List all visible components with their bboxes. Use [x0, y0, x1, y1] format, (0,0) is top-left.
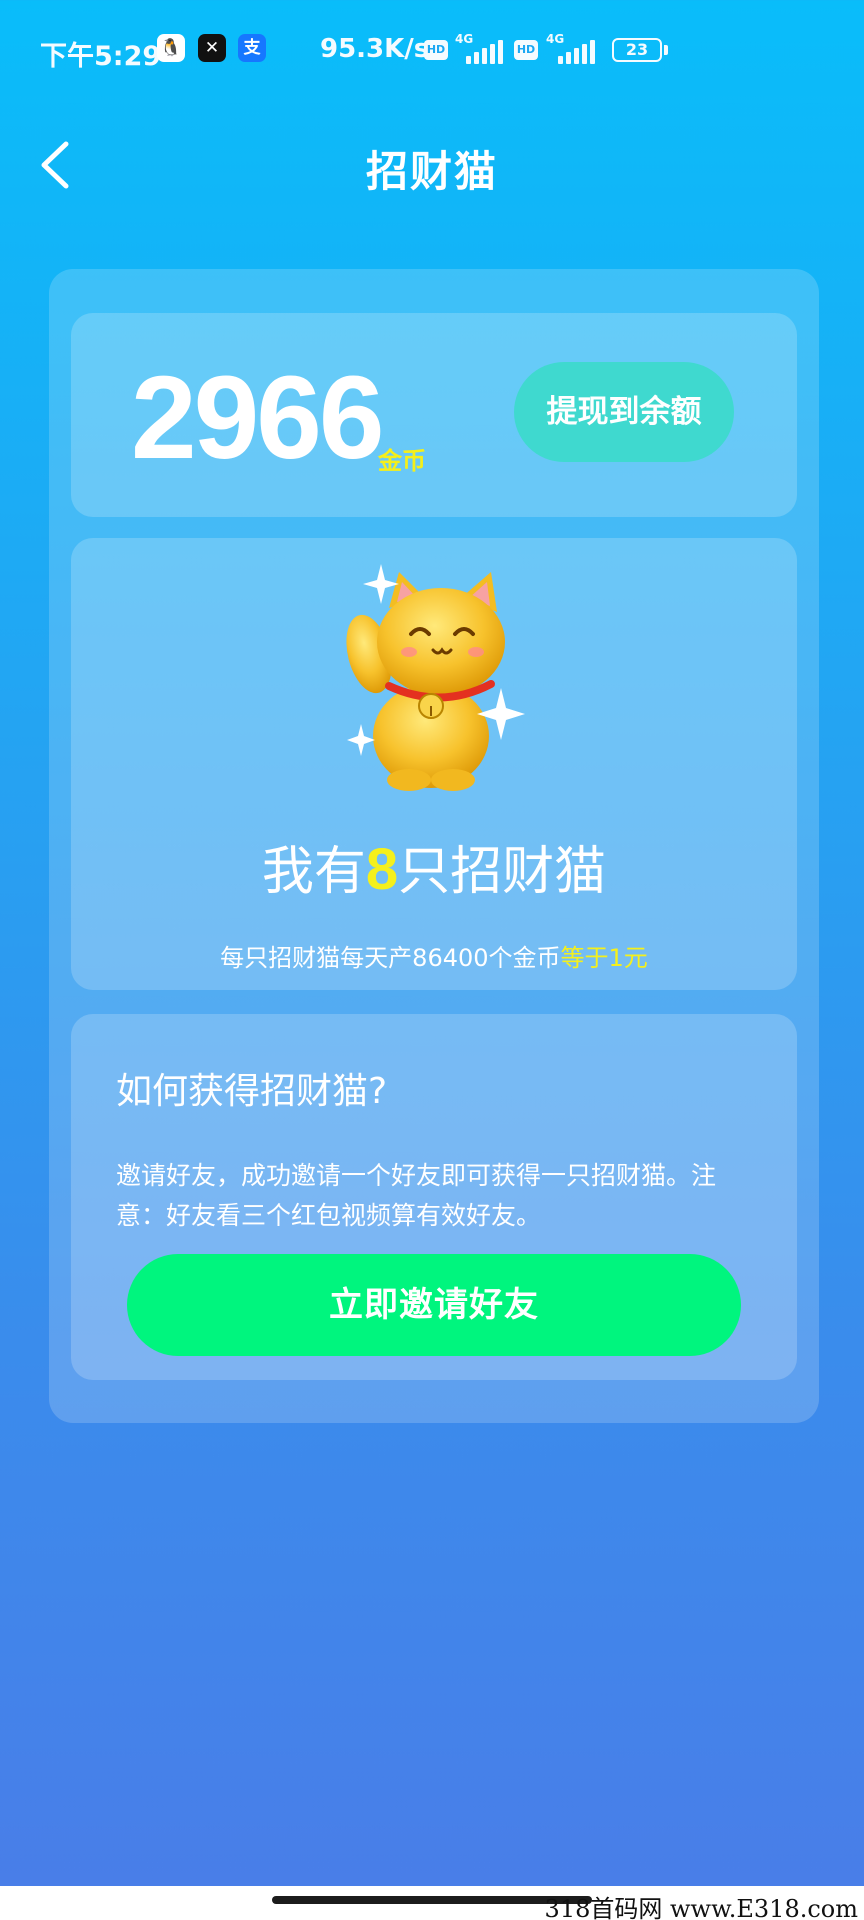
coin-balance: 2966	[131, 352, 385, 484]
main-panel: 2966 金币 提现到余额 我有8只招财猫 每只招财猫每天产86400个金币等于…	[49, 269, 819, 1423]
cat-rate-text: 每只招财猫每天产86400个金币	[220, 944, 561, 972]
network-speed: 95.3K/s	[320, 34, 430, 64]
watermark: 318首码网 www.E318.com	[544, 1895, 858, 1920]
cat-count-prefix: 我有	[261, 842, 366, 902]
lucky-cat-card: 我有8只招财猫 每只招财猫每天产86400个金币等于1元	[71, 538, 797, 990]
coins-card: 2966 金币 提现到余额	[71, 313, 797, 517]
battery-level: 23	[625, 40, 649, 59]
status-bar: 下午5:29 🐧 ✕ 支 95.3K/s HD 4G HD 4G 23	[0, 0, 864, 100]
signal-strength-icon	[462, 38, 506, 64]
cat-rate-highlight: 等于1元	[560, 944, 648, 972]
signal-strength-icon	[554, 38, 598, 64]
cat-rate-label: 每只招财猫每天产86400个金币等于1元	[71, 938, 797, 973]
battery-tip	[664, 45, 668, 55]
how-to-get-description: 邀请好友，成功邀请一个好友即可获得一只招财猫。注意：好友看三个红包视频算有效好友…	[116, 1161, 717, 1230]
how-to-get-card: 如何获得招财猫? 邀请好友，成功邀请一个好友即可获得一只招财猫。注意：好友看三个…	[71, 1014, 797, 1380]
battery-icon: 23	[612, 38, 662, 62]
hd-voice-icon: HD	[424, 40, 448, 60]
withdraw-button[interactable]: 提现到余额	[514, 362, 734, 462]
status-time: 下午5:29	[40, 41, 162, 72]
qq-icon: 🐧	[157, 34, 185, 62]
alipay-icon: 支	[238, 34, 266, 62]
coin-unit-label: 金币	[378, 447, 426, 475]
cat-count-suffix: 只招财猫	[398, 842, 607, 902]
invite-friends-button[interactable]: 立即邀请好友	[127, 1254, 741, 1356]
cat-count-value: 8	[365, 837, 399, 902]
how-to-get-title: 如何获得招财猫?	[116, 1071, 388, 1112]
lucky-cat-icon	[346, 564, 525, 791]
cat-count-label: 我有8只招财猫	[71, 835, 797, 907]
hd-voice-icon: HD	[514, 40, 538, 60]
page-title: 招财猫	[365, 147, 498, 196]
capcut-icon: ✕	[198, 34, 226, 62]
